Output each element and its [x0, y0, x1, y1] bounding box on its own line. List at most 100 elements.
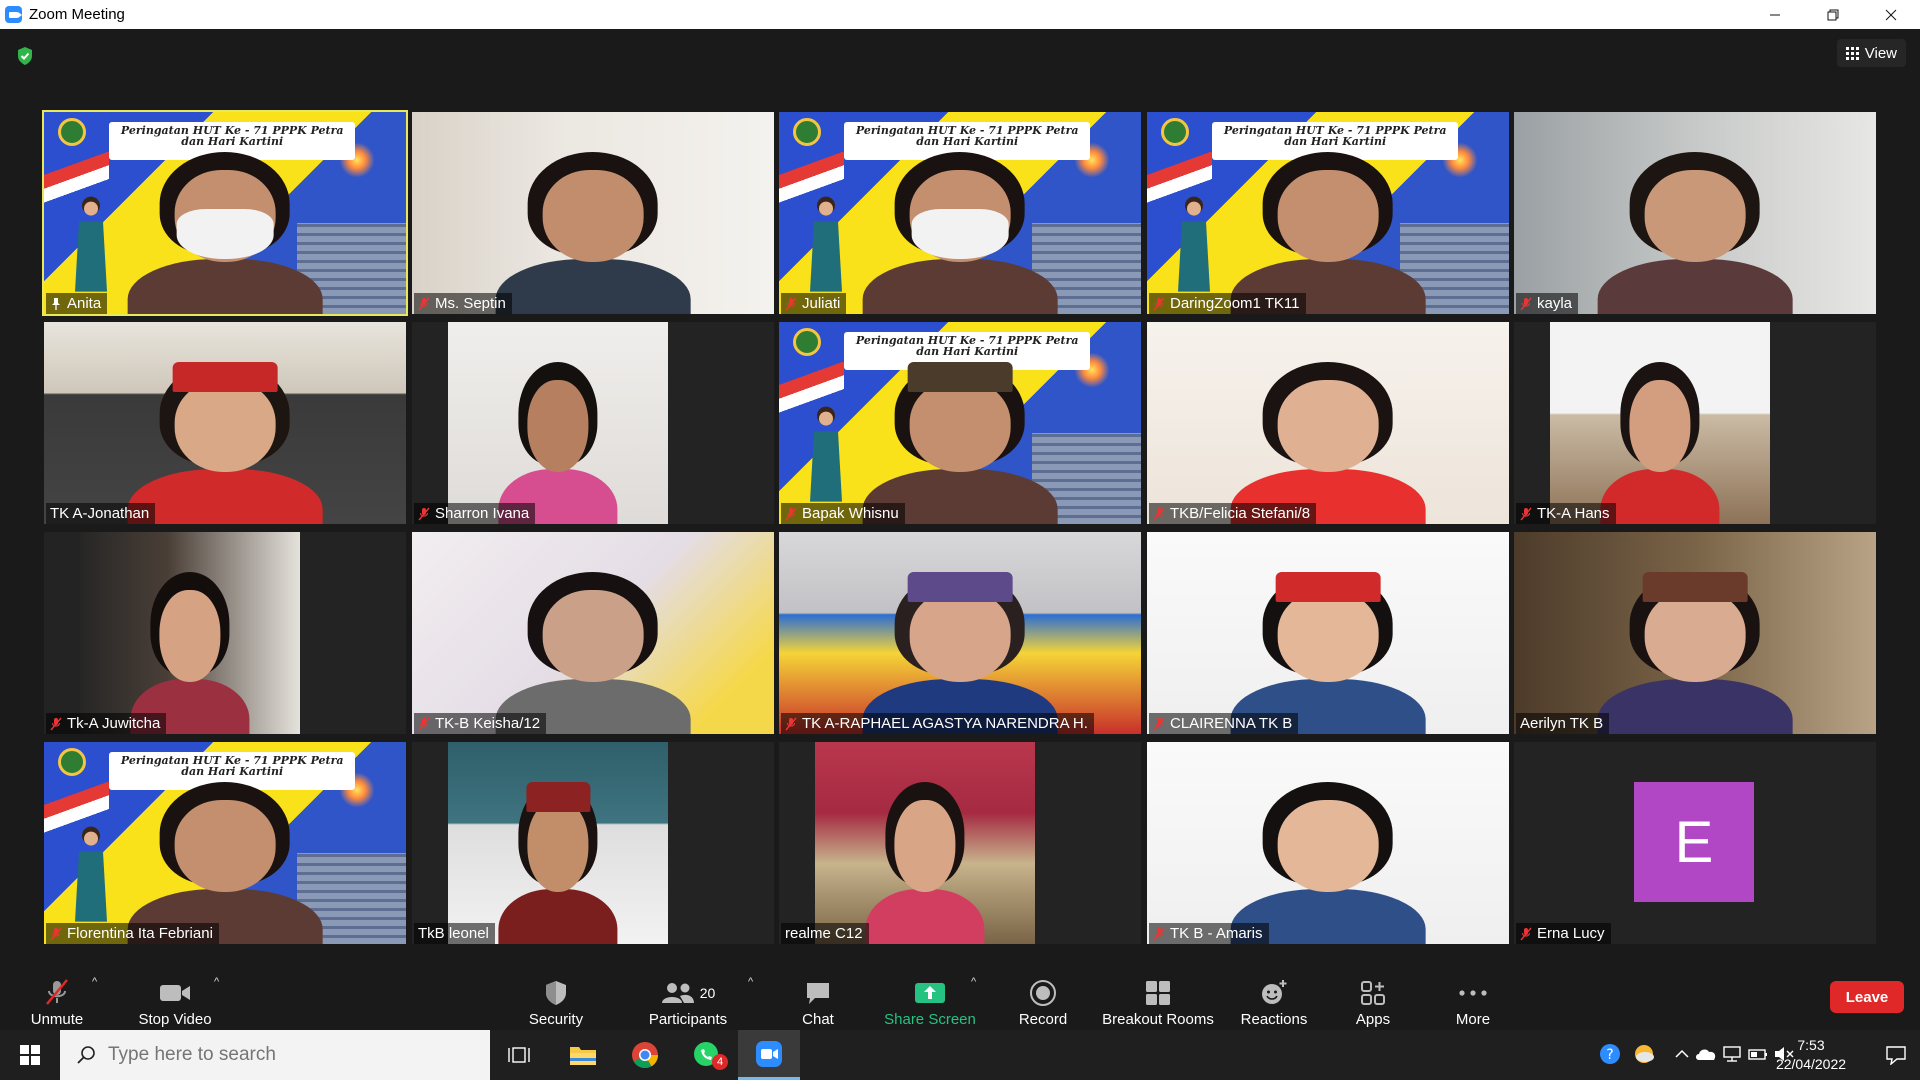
participant-name-tag: DaringZoom1 TK11: [1149, 293, 1306, 314]
restore-button[interactable]: [1804, 0, 1862, 29]
task-view-button[interactable]: [488, 1030, 550, 1080]
apps-label: Apps: [1355, 1011, 1391, 1028]
participant-name-tag: TkB leonel: [414, 923, 495, 944]
start-button[interactable]: [0, 1030, 60, 1080]
muted-microphone-icon: [1153, 717, 1165, 730]
network-icon[interactable]: [1720, 1042, 1744, 1066]
school-seal-icon: [58, 748, 87, 777]
video-tile[interactable]: TK B - Amaris: [1147, 742, 1509, 944]
share-screen-button[interactable]: Share Screen: [879, 972, 981, 1028]
microphone-muted-icon: [46, 979, 68, 1005]
unmute-label: Unmute: [30, 1011, 84, 1028]
weather-icon[interactable]: [1632, 1042, 1656, 1066]
reactions-button[interactable]: Reactions: [1236, 972, 1312, 1028]
more-button[interactable]: More: [1446, 972, 1500, 1028]
participant-name: TK A-Jonathan: [50, 505, 150, 522]
video-options-caret[interactable]: ^: [214, 976, 219, 988]
traditional-headwear: [525, 781, 591, 813]
school-seal-icon: [793, 118, 822, 147]
participants-options-caret[interactable]: ^: [748, 976, 753, 988]
video-tile[interactable]: E Erna Lucy: [1514, 742, 1876, 944]
chrome-button[interactable]: [614, 1030, 676, 1080]
video-tile[interactable]: TK A-Jonathan: [44, 322, 406, 524]
encryption-shield-icon[interactable]: [16, 46, 34, 66]
participant-name: Ms. Septin: [435, 295, 506, 312]
chat-button[interactable]: Chat: [790, 972, 846, 1028]
svg-text:?: ?: [1606, 1047, 1613, 1063]
participant-figure: [124, 358, 327, 524]
reactions-label: Reactions: [1240, 1011, 1308, 1028]
search-input[interactable]: [108, 1044, 468, 1066]
participant-name: DaringZoom1 TK11: [1170, 295, 1300, 312]
school-seal-icon: [793, 328, 822, 357]
participant-video: [1147, 532, 1509, 734]
participant-name-tag: Bapak Whisnu: [781, 503, 905, 524]
video-tile[interactable]: TKB/Felicia Stefani/8: [1147, 322, 1509, 524]
whatsapp-button[interactable]: 4: [676, 1030, 738, 1080]
audio-options-caret[interactable]: ^: [92, 976, 97, 988]
kartini-illustration: [810, 196, 843, 292]
notifications-icon[interactable]: [1884, 1043, 1908, 1067]
video-tile[interactable]: CLAIRENNA TK B: [1147, 532, 1509, 734]
video-tile[interactable]: Peringatan HUT Ke - 71 PPPK Petra dan Har…: [44, 742, 406, 944]
stop-video-label: Stop Video: [138, 1011, 212, 1028]
stop-video-button[interactable]: Stop Video: [132, 972, 218, 1028]
minimize-button[interactable]: [1746, 0, 1804, 29]
onedrive-cloud-icon[interactable]: [1694, 1042, 1718, 1066]
video-tile[interactable]: Peringatan HUT Ke - 71 PPPK Petra dan Har…: [1147, 112, 1509, 314]
file-explorer-button[interactable]: [552, 1030, 614, 1080]
apps-button[interactable]: Apps: [1346, 972, 1400, 1028]
participant-figure: [1598, 358, 1721, 524]
video-tile[interactable]: Peringatan HUT Ke - 71 PPPK Petra dan Har…: [779, 112, 1141, 314]
participant-video: [412, 112, 774, 314]
muted-microphone-icon: [1520, 927, 1532, 940]
video-camera-icon: [160, 985, 190, 1001]
taskbar-clock[interactable]: 7:53 22/04/2022: [1766, 1036, 1856, 1074]
show-hidden-icons-icon[interactable]: [1670, 1042, 1694, 1066]
security-button[interactable]: Security: [519, 972, 593, 1028]
participant-name: Bapak Whisnu: [802, 505, 899, 522]
share-screen-label: Share Screen: [884, 1011, 976, 1028]
participant-video: [1514, 112, 1876, 314]
zoom-taskbar-button[interactable]: [738, 1030, 800, 1080]
view-button[interactable]: View: [1836, 39, 1906, 67]
video-tile[interactable]: Peringatan HUT Ke - 71 PPPK Petra dan Har…: [42, 110, 408, 316]
clock-time: 7:53: [1797, 1037, 1825, 1053]
participant-name-tag: TK B - Amaris: [1149, 923, 1269, 944]
video-tile[interactable]: Ms. Septin: [412, 112, 774, 314]
taskbar-search[interactable]: [60, 1030, 490, 1080]
video-tile[interactable]: Peringatan HUT Ke - 71 PPPK Petra dan Har…: [779, 322, 1141, 524]
participant-figure: [124, 778, 327, 944]
close-button[interactable]: [1862, 0, 1920, 29]
participant-name-tag: Aerilyn TK B: [1516, 713, 1610, 734]
leave-button[interactable]: Leave: [1830, 981, 1904, 1013]
participant-name-tag: kayla: [1516, 293, 1579, 314]
video-tile[interactable]: TK-B Keisha/12: [412, 532, 774, 734]
video-gallery: Peringatan HUT Ke - 71 PPPK Petra dan Har…: [42, 110, 1876, 945]
participant-name: TKB/Felicia Stefani/8: [1170, 505, 1311, 522]
participant-video: [1147, 742, 1509, 944]
kartini-illustration: [75, 826, 108, 922]
unmute-button[interactable]: Unmute: [20, 972, 94, 1028]
task-view-icon: [508, 1047, 530, 1063]
breakout-rooms-button[interactable]: Breakout Rooms: [1100, 972, 1216, 1028]
video-tile[interactable]: TK A-RAPHAEL AGASTYA NARENDRA H.: [779, 532, 1141, 734]
video-tile[interactable]: Aerilyn TK B: [1514, 532, 1876, 734]
video-tile[interactable]: kayla: [1514, 112, 1876, 314]
video-tile[interactable]: TK-A Hans: [1514, 322, 1876, 524]
video-tile[interactable]: Tk-A Juwitcha: [44, 532, 406, 734]
help-icon[interactable]: ?: [1598, 1042, 1622, 1066]
participants-button[interactable]: 20 Participants: [643, 972, 733, 1028]
chat-bubble-icon: [807, 983, 829, 1004]
participant-video: Peringatan HUT Ke - 71 PPPK Petra dan Har…: [44, 112, 406, 314]
participant-name-tag: CLAIRENNA TK B: [1149, 713, 1299, 734]
share-options-caret[interactable]: ^: [971, 976, 976, 988]
video-tile[interactable]: realme C12: [779, 742, 1141, 944]
participant-figure: [1227, 568, 1430, 734]
video-tile[interactable]: TkB leonel: [412, 742, 774, 944]
traditional-headwear: [1275, 571, 1381, 603]
video-tile[interactable]: Sharron Ivana: [412, 322, 774, 524]
participant-name: Florentina Ita Febriani: [67, 925, 213, 942]
record-button[interactable]: Record: [1013, 972, 1073, 1028]
participant-figure: [1594, 148, 1797, 314]
